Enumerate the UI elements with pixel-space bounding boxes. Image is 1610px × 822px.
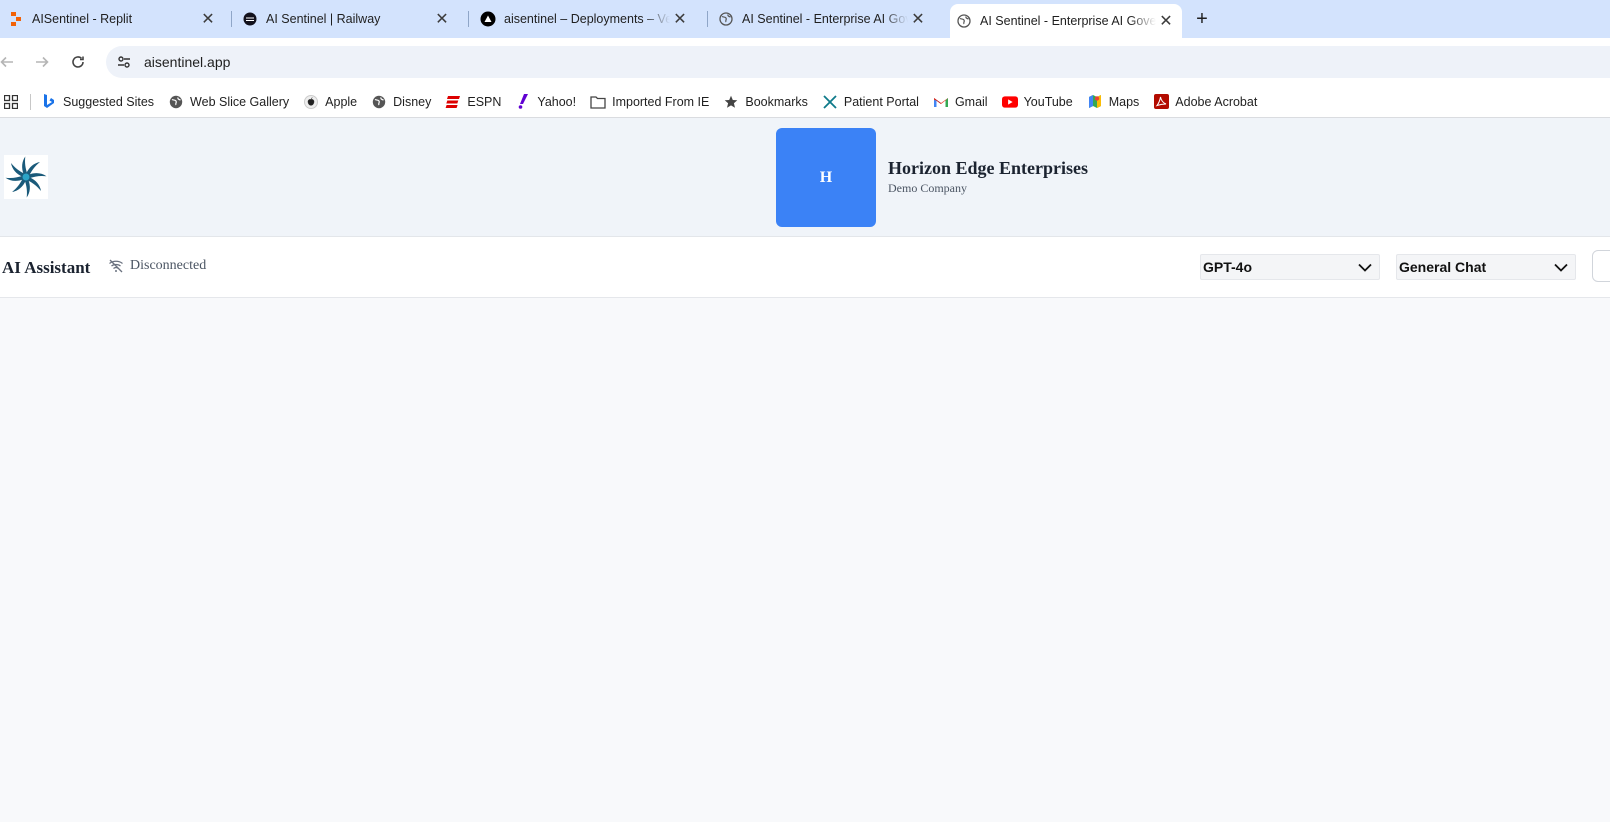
bookmark-label: Apple: [325, 94, 358, 109]
replit-icon: [8, 11, 24, 27]
tab-divider: [468, 11, 469, 27]
address-bar[interactable]: aisentinel.app: [106, 46, 1610, 78]
model-select-value: GPT-4o: [1203, 259, 1253, 275]
star-icon: [723, 94, 739, 110]
url-text: aisentinel.app: [144, 54, 231, 70]
globe-icon: [956, 13, 972, 29]
reload-icon[interactable]: [66, 50, 90, 74]
folder-icon: [590, 94, 606, 110]
bookmark-youtube[interactable]: YouTube: [1001, 94, 1073, 110]
bookmark-label: Imported From IE: [612, 94, 710, 109]
app-header: H Horizon Edge Enterprises Demo Company: [0, 118, 1610, 237]
browser-tab[interactable]: AI Sentinel - Enterprise AI Governance ✕: [718, 0, 934, 38]
ai-sentinel-logo[interactable]: [4, 155, 48, 199]
connection-status: Disconnected: [108, 258, 206, 274]
close-icon[interactable]: ✕: [432, 9, 452, 29]
browser-tab[interactable]: AISentinel - Replit ✕: [8, 0, 224, 38]
bookmark-apple[interactable]: Apple: [303, 94, 357, 110]
close-icon[interactable]: ✕: [670, 9, 690, 29]
tab-title: aisentinel – Deployments – Vercel: [504, 12, 670, 26]
tab-title: AI Sentinel | Railway: [266, 12, 381, 26]
bookmark-imported-from-ie[interactable]: Imported From IE: [590, 94, 709, 110]
acrobat-icon: [1153, 94, 1169, 110]
bookmarks-bar: Suggested Sites Web Slice Gallery Apple …: [0, 86, 1610, 118]
bing-icon: [41, 94, 57, 110]
x-logo-icon: [822, 94, 838, 110]
tab-divider: [231, 11, 232, 27]
maps-icon: [1087, 94, 1103, 110]
vercel-icon: [480, 11, 496, 27]
bookmark-adobe-acrobat[interactable]: Adobe Acrobat: [1153, 94, 1257, 110]
company-avatar: H: [776, 128, 876, 227]
bookmark-bookmarks[interactable]: Bookmarks: [723, 94, 808, 110]
connection-status-text: Disconnected: [130, 258, 207, 273]
wifi-off-icon: [108, 258, 124, 274]
bookmark-label: Patient Portal: [843, 94, 919, 109]
espn-icon: [445, 94, 461, 110]
apps-grid-icon[interactable]: [4, 94, 18, 109]
assistant-toolbar: AI Assistant Disconnected GPT-4o General…: [0, 237, 1610, 298]
bookmark-label: Web Slice Gallery: [190, 94, 290, 109]
bookmark-label: Disney: [393, 94, 432, 109]
bookmark-label: YouTube: [1023, 94, 1073, 109]
bookmarks-divider: [30, 93, 31, 110]
globe-icon: [371, 94, 387, 110]
bookmark-label: Yahoo!: [537, 94, 577, 109]
tab-title: AI Sentinel - Enterprise AI Governance: [742, 12, 908, 26]
bookmark-web-slice-gallery[interactable]: Web Slice Gallery: [168, 94, 289, 110]
browser-tab[interactable]: AI Sentinel | Railway ✕: [242, 0, 458, 38]
browser-tab-active[interactable]: AI Sentinel - Enterprise AI Governance ✕: [950, 4, 1182, 38]
company-subtitle: Demo Company: [888, 181, 967, 195]
tab-title: AI Sentinel - Enterprise AI Governance: [980, 14, 1156, 28]
back-arrow-icon[interactable]: [0, 50, 19, 74]
yahoo-icon: [515, 94, 531, 110]
bookmark-label: Suggested Sites: [63, 94, 155, 109]
company-initial: H: [819, 168, 833, 186]
tab-divider: [707, 11, 708, 27]
browser-tab-strip: AISentinel - Replit ✕ AI Sentinel | Rail…: [0, 0, 1610, 38]
bookmark-label: Adobe Acrobat: [1175, 94, 1258, 109]
youtube-icon: [1001, 94, 1018, 110]
forward-arrow-icon[interactable]: [30, 50, 54, 74]
bookmark-label: Gmail: [954, 94, 988, 109]
chat-mode-select[interactable]: General Chat: [1396, 254, 1576, 280]
model-select[interactable]: GPT-4o: [1200, 254, 1380, 280]
close-icon[interactable]: ✕: [908, 9, 928, 29]
company-name: Horizon Edge Enterprises: [888, 158, 1088, 178]
bookmark-gmail[interactable]: Gmail: [933, 94, 988, 110]
globe-icon: [168, 94, 184, 110]
bookmark-label: Bookmarks: [745, 94, 808, 109]
bookmark-label: ESPN: [467, 94, 502, 109]
globe-icon: [718, 11, 734, 27]
apple-icon: [303, 94, 319, 110]
chevron-down-icon: [1357, 259, 1373, 275]
tab-title: AISentinel - Replit: [32, 12, 133, 26]
toolbar-action-button[interactable]: [1592, 250, 1610, 282]
browser-toolbar: aisentinel.app: [0, 38, 1610, 86]
close-icon[interactable]: ✕: [1156, 11, 1176, 31]
chat-mode-select-value: General Chat: [1399, 259, 1487, 275]
bookmark-espn[interactable]: ESPN: [445, 94, 501, 110]
bookmark-disney[interactable]: Disney: [371, 94, 431, 110]
close-icon[interactable]: ✕: [198, 9, 218, 29]
bookmark-maps[interactable]: Maps: [1087, 94, 1140, 110]
bookmark-patient-portal[interactable]: Patient Portal: [822, 94, 919, 110]
chevron-down-icon: [1553, 259, 1569, 275]
bookmark-label: Maps: [1108, 94, 1140, 109]
railway-icon: [242, 11, 258, 27]
site-settings-icon[interactable]: [114, 52, 134, 72]
chat-area: [0, 298, 1610, 822]
bookmark-yahoo[interactable]: Yahoo!: [515, 94, 576, 110]
new-tab-button[interactable]: +: [1190, 7, 1214, 31]
bookmark-suggested-sites[interactable]: Suggested Sites: [41, 94, 154, 110]
browser-tab[interactable]: aisentinel – Deployments – Vercel ✕: [480, 0, 696, 38]
assistant-title: AI Assistant: [2, 258, 91, 277]
gmail-icon: [933, 94, 949, 110]
